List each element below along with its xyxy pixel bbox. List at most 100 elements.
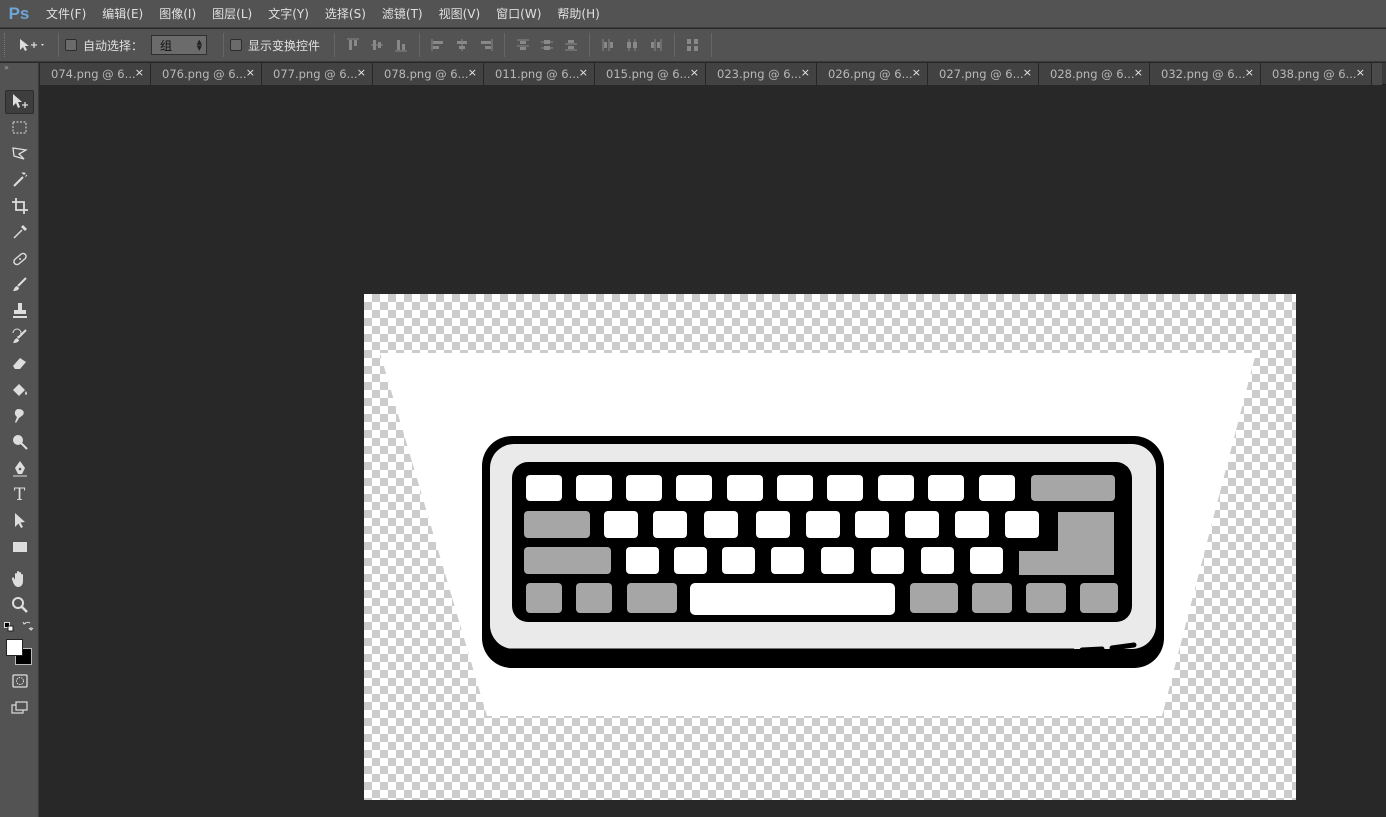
menu-view[interactable]: 视图(V) xyxy=(431,0,489,28)
menu-file[interactable]: 文件(F) xyxy=(38,0,94,28)
align-hcenter-button[interactable] xyxy=(450,33,474,57)
quick-mask-button[interactable] xyxy=(5,669,34,693)
tab-076[interactable]: 076.png @ 6... × xyxy=(151,63,262,85)
close-icon[interactable]: × xyxy=(690,66,699,79)
tab-label: 078.png @ 6... xyxy=(384,67,469,81)
align-top-button[interactable] xyxy=(341,33,365,57)
tab-077[interactable]: 077.png @ 6... × xyxy=(262,63,373,85)
brush-tool-icon xyxy=(12,277,27,291)
close-icon[interactable]: × xyxy=(1356,66,1365,79)
swap-colors-icon[interactable] xyxy=(22,620,34,632)
menu-help[interactable]: 帮助(H) xyxy=(549,0,607,28)
dodge-tool[interactable] xyxy=(5,430,34,454)
distribute-bottom-button[interactable] xyxy=(559,33,583,57)
menu-layer[interactable]: 图层(L) xyxy=(204,0,260,28)
menu-edit[interactable]: 编辑(E) xyxy=(94,0,151,28)
tool-preset-picker[interactable] xyxy=(12,33,52,57)
show-transform-label: 显示变换控件 xyxy=(248,38,321,53)
close-icon[interactable]: × xyxy=(579,66,588,79)
close-icon[interactable]: × xyxy=(1134,66,1143,79)
tab-label: 077.png @ 6... xyxy=(273,67,358,81)
history-brush-tool-icon xyxy=(12,328,27,343)
distribute-left-button[interactable] xyxy=(596,33,620,57)
type-tool[interactable]: T xyxy=(5,483,34,507)
auto-select-dropdown[interactable]: 组 ▲ ▼ xyxy=(151,35,208,55)
separator xyxy=(504,33,506,57)
distribute-top-button[interactable] xyxy=(511,33,535,57)
tab-011[interactable]: 011.png @ 6... × xyxy=(484,63,595,85)
tab-023[interactable]: 023.png @ 6... × xyxy=(706,63,817,85)
tab-label: 074.png @ 6... xyxy=(51,67,136,81)
tools-panel: » T xyxy=(0,63,39,817)
healing-brush-tool[interactable] xyxy=(5,247,34,271)
close-icon[interactable]: × xyxy=(246,66,255,79)
eyedropper-tool[interactable] xyxy=(5,220,34,244)
menu-type[interactable]: 文字(Y) xyxy=(260,0,317,28)
menu-select[interactable]: 选择(S) xyxy=(317,0,374,28)
pen-tool[interactable] xyxy=(5,457,34,481)
close-icon[interactable]: × xyxy=(468,66,477,79)
close-icon[interactable]: × xyxy=(801,66,810,79)
close-icon[interactable]: × xyxy=(135,66,144,79)
marquee-tool[interactable] xyxy=(5,116,34,140)
align-bottom-icon xyxy=(395,40,408,52)
distribute-right-button[interactable] xyxy=(644,33,668,57)
close-icon[interactable]: × xyxy=(912,66,921,79)
path-selection-tool[interactable] xyxy=(5,509,34,533)
menu-image[interactable]: 图像(I) xyxy=(151,0,204,28)
auto-align-icon xyxy=(687,39,699,51)
tab-074[interactable]: 074.png @ 6... × xyxy=(40,63,151,85)
distribute-hcenter-button[interactable] xyxy=(620,33,644,57)
zoom-tool[interactable] xyxy=(5,593,34,617)
separator xyxy=(223,33,225,57)
tab-078[interactable]: 078.png @ 6... × xyxy=(373,63,484,85)
align-vertical-center-icon xyxy=(371,40,384,50)
tab-032[interactable]: 032.png @ 6... × xyxy=(1150,63,1261,85)
show-transform-checkbox[interactable] xyxy=(230,39,243,51)
foreground-color-swatch[interactable] xyxy=(6,639,23,656)
align-right-button[interactable] xyxy=(474,33,498,57)
auto-align-layers-button[interactable] xyxy=(681,33,705,57)
distribute-vcenter-button[interactable] xyxy=(535,33,559,57)
tab-015[interactable]: 015.png @ 6... × xyxy=(595,63,706,85)
hand-tool[interactable] xyxy=(5,567,34,591)
screen-mode-button[interactable] xyxy=(5,696,34,720)
menu-bar: Ps 文件(F) 编辑(E) 图像(I) 图层(L) 文字(Y) 选择(S) 滤… xyxy=(0,0,1386,28)
auto-select-checkbox[interactable] xyxy=(65,39,77,51)
menu-filter[interactable]: 滤镜(T) xyxy=(374,0,431,28)
canvas-area[interactable] xyxy=(40,85,1386,817)
smudge-tool[interactable] xyxy=(5,404,34,428)
align-left-button[interactable] xyxy=(426,33,450,57)
align-vcenter-button[interactable] xyxy=(365,33,389,57)
lasso-tool[interactable] xyxy=(5,142,34,166)
history-brush-tool[interactable] xyxy=(5,325,34,349)
brush-tool[interactable] xyxy=(5,273,34,297)
tab-026[interactable]: 026.png @ 6... × xyxy=(817,63,928,85)
tab-label: 076.png @ 6... xyxy=(162,67,247,81)
crop-tool[interactable] xyxy=(5,194,34,218)
tab-028[interactable]: 028.png @ 6... × xyxy=(1039,63,1150,85)
tab-038[interactable]: 038.png @ 6... × xyxy=(1261,63,1372,85)
document-canvas[interactable] xyxy=(364,294,1296,800)
menu-window[interactable]: 窗口(W) xyxy=(488,0,549,28)
clone-stamp-tool[interactable] xyxy=(5,299,34,323)
tab-active-partial[interactable] xyxy=(1372,63,1382,85)
eraser-tool-icon xyxy=(12,358,26,369)
collapse-arrows-icon[interactable]: » xyxy=(0,63,38,73)
separator xyxy=(589,33,591,57)
close-icon[interactable]: × xyxy=(1245,66,1254,79)
close-icon[interactable]: × xyxy=(357,66,366,79)
default-colors-icon[interactable] xyxy=(4,621,14,632)
align-bottom-button[interactable] xyxy=(389,33,413,57)
dodge-tool-icon xyxy=(12,435,28,450)
close-icon[interactable]: × xyxy=(1023,66,1032,79)
tab-label: 038.png @ 6... xyxy=(1272,67,1357,81)
rectangle-tool[interactable] xyxy=(5,535,34,559)
eyedropper-tool-icon xyxy=(12,225,27,239)
magic-wand-tool[interactable] xyxy=(5,168,34,192)
eraser-tool[interactable] xyxy=(5,351,34,375)
paint-bucket-tool[interactable] xyxy=(5,378,34,402)
options-bar-grip[interactable] xyxy=(4,33,12,57)
tab-027[interactable]: 027.png @ 6... × xyxy=(928,63,1039,85)
move-tool[interactable] xyxy=(5,90,34,114)
